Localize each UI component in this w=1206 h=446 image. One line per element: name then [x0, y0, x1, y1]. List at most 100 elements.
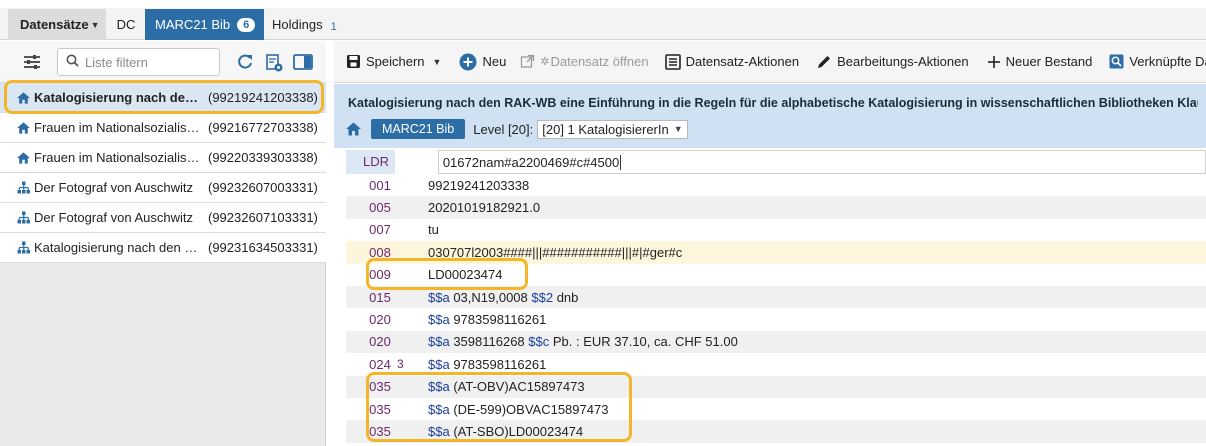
record-actions-icon — [664, 53, 681, 70]
refresh-icon[interactable] — [236, 53, 256, 73]
record-id: (99219241203338) — [208, 90, 318, 105]
subfield-text: Pb. : EUR 37.10, ca. CHF 51.00 — [549, 334, 738, 350]
tab-dc[interactable]: DC — [108, 9, 144, 40]
marc-value: $$a 9783598116261 — [428, 312, 546, 327]
marc-value: tu — [428, 222, 439, 237]
marc-value: LD00023474 — [428, 267, 502, 282]
marc-field-row[interactable]: 020 $$a 3598116268 $$c Pb. : EUR 37.10, c… — [346, 330, 1206, 354]
list-filter-box[interactable] — [57, 48, 220, 76]
marc-tag: 035 — [369, 423, 391, 439]
record-list: Katalogisierung nach den RAK-WB eine Ein… — [0, 83, 326, 263]
subfield-code: $$a — [428, 401, 450, 417]
subfield-code: $$a — [428, 334, 450, 350]
subfield-text: 99219241203338 — [428, 177, 530, 193]
record-settings-icon[interactable] — [264, 53, 284, 73]
list-item[interactable]: Der Fotograf von Auschwitz (9923260700333… — [0, 173, 326, 203]
marc-tag: 001 — [369, 177, 391, 193]
record-title: Frauen im Nationalsozialismus — [34, 150, 204, 165]
subfield-code: $$a — [428, 379, 450, 395]
filter-settings-icon[interactable] — [22, 53, 44, 73]
subfield-text: (AT-SBO)LD00023474 — [449, 423, 584, 439]
level-select[interactable]: [20] 1 KatalogisiererIn ▼ — [537, 119, 688, 139]
chevron-down-icon: ▼ — [90, 19, 100, 30]
subfield-text: 20201019182921.0 — [428, 200, 541, 216]
record-id: (99232607003331) — [208, 180, 318, 195]
record-list-panel: Katalogisierung nach den RAK-WB eine Ein… — [0, 41, 326, 446]
metadata-editor-panel: Speichern ▼ Neu ✲ Datensatz öffnen Daten… — [334, 41, 1206, 446]
marc-value: $$a (AT-OBV)AC15897473 — [428, 379, 585, 394]
linked-data-button[interactable]: Verknüpfte Da — [1109, 54, 1206, 69]
list-item[interactable]: Katalogisierung nach den RAK-WB eine Ein… — [0, 83, 326, 113]
tab-marc21-bib[interactable]: MARC21 Bib 6 — [145, 9, 264, 40]
tab-holdings[interactable]: Holdings 1 — [272, 9, 352, 40]
marc-tag: 024 — [369, 356, 391, 372]
marc-field-row[interactable]: 020 $$a 9783598116261 — [346, 308, 1206, 330]
asterisk-icon: ✲ — [540, 56, 550, 68]
record-actions-button[interactable]: Datensatz-Aktionen — [664, 53, 800, 70]
marc-value: $$a (AT-SBO)LD00023474 — [428, 424, 583, 439]
subfield-code: $$a — [428, 423, 450, 439]
panel-toggle-icon[interactable] — [293, 53, 313, 73]
marc-field-row[interactable]: LDR 01672nam#a2200469#c#4500 — [346, 150, 1206, 174]
record-actions-label: Datensatz-Aktionen — [685, 54, 800, 69]
marc-value: 01672nam#a2200469#c#4500 — [443, 155, 619, 170]
open-record-button[interactable]: ✲ Datensatz öffnen — [520, 54, 649, 69]
marc-field-row[interactable]: 035 $$a (AT-OBV)AC15897473 — [346, 375, 1206, 398]
marc-field-row[interactable]: 035 $$a (AT-SBO)LD00023474 — [346, 420, 1206, 443]
marc-field-row[interactable]: 008 030707l2003####|||###########|||#|#ge… — [346, 241, 1206, 264]
top-strip — [0, 0, 1206, 8]
home-icon — [16, 151, 30, 164]
marc-field-row[interactable]: 009 LD00023474 — [346, 264, 1206, 286]
list-item[interactable]: Frauen im Nationalsozialismus (9922033930… — [0, 143, 326, 173]
new-button[interactable]: Neu — [459, 53, 506, 71]
marc-indicator: 3 — [397, 357, 404, 372]
subfield-code: $$a — [428, 289, 450, 305]
hierarchy-icon — [16, 181, 30, 194]
leader-input[interactable]: 01672nam#a2200469#c#4500 — [437, 150, 1206, 174]
chevron-down-icon[interactable]: ▼ — [433, 57, 442, 67]
record-meta: MARC21 Bib Level [20]: [20] 1 Katalogisi… — [346, 118, 688, 140]
marc-tag: LDR — [346, 150, 395, 174]
tab-marc21-label: MARC21 Bib — [155, 17, 231, 32]
list-item[interactable]: Frauen im Nationalsozialismus (9921677270… — [0, 113, 326, 143]
list-item[interactable]: Der Fotograf von Auschwitz (9923260710333… — [0, 203, 326, 233]
record-id: (99231634503331) — [208, 240, 318, 255]
subfield-text: 9783598116261 — [449, 312, 547, 328]
list-item[interactable]: Katalogisierung nach den RAK-WB (99231634… — [0, 233, 326, 263]
open-record-label: Datensatz öffnen — [550, 54, 649, 69]
subfield-code: $$c — [528, 334, 550, 350]
save-icon — [346, 54, 361, 69]
subfield-text: 03,N19,0008 — [449, 289, 532, 305]
marc-value: 20201019182921.0 — [428, 200, 540, 215]
new-label: Neu — [482, 54, 507, 69]
record-list-toolbar — [0, 41, 326, 83]
plus-circle-icon — [459, 53, 477, 71]
edit-actions-label: Bearbeitungs-Aktionen — [837, 54, 969, 69]
subfield-text: 030707l2003####|||###########|||#|#ger#c — [428, 244, 683, 260]
edit-actions-button[interactable]: Bearbeitungs-Aktionen — [816, 54, 969, 70]
subfield-text: 3598116268 — [449, 334, 529, 350]
marc-field-row[interactable]: 024 3 $$a 9783598116261 — [346, 353, 1206, 375]
marc-value: $$a 3598116268 $$c Pb. : EUR 37.10, ca. … — [428, 334, 738, 349]
chevron-down-icon: ▼ — [673, 124, 683, 134]
marc-field-row[interactable]: 005 20201019182921.0 — [346, 196, 1206, 219]
save-button[interactable]: Speichern ▼ — [346, 54, 441, 69]
marc-field-row[interactable]: 007 tu — [346, 219, 1206, 241]
marc-value: $$a 03,N19,0008 $$2 dnb — [428, 290, 578, 305]
record-id: (99216772703338) — [208, 120, 318, 135]
new-holding-button[interactable]: Neuer Bestand — [987, 54, 1092, 69]
marc-field-row[interactable]: 015 $$a 03,N19,0008 $$2 dnb — [346, 285, 1206, 309]
marc-tag: 008 — [369, 244, 391, 260]
subfield-code: $$a — [428, 312, 450, 328]
records-tab[interactable]: Datensätze ▼ — [8, 9, 106, 40]
marc-value: $$a 9783598116261 — [428, 357, 546, 372]
list-filter-input[interactable] — [85, 54, 215, 70]
linked-search-icon — [1109, 54, 1124, 69]
marc-field-row[interactable]: 001 99219241203338 — [346, 174, 1206, 196]
marc-field-row[interactable]: 035 $$a (DE-599)OBVAC15897473 — [346, 398, 1206, 420]
record-title: Der Fotograf von Auschwitz — [34, 210, 193, 225]
subfield-text: (DE-599)OBVAC15897473 — [449, 401, 609, 417]
marc-count-badge: 6 — [237, 17, 256, 32]
level-label: Level [20]: — [473, 121, 534, 137]
marc-tag: 015 — [369, 289, 391, 305]
